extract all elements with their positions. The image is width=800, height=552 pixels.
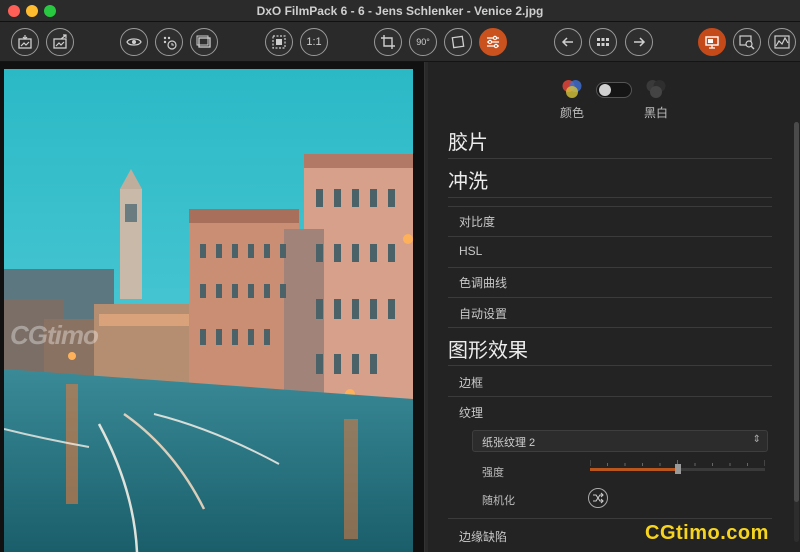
color-mode-label: 颜色: [560, 106, 585, 120]
export-button[interactable]: [46, 28, 74, 56]
item-contrast[interactable]: 对比度: [459, 213, 495, 230]
randomize-button[interactable]: [588, 488, 608, 508]
toolbar: 1:1 90°: [0, 22, 800, 62]
randomize-label: 随机化: [482, 495, 515, 507]
title-bar: DxO FilmPack 6 - 6 - Jens Schlenker - Ve…: [0, 0, 800, 22]
gallery-button[interactable]: [190, 28, 218, 56]
chevron-updown-icon: ⇕: [752, 434, 761, 445]
prev-image-button[interactable]: [554, 28, 582, 56]
item-texture[interactable]: 纹理: [459, 404, 483, 421]
prev-image-icon: [561, 37, 573, 47]
histogram-button[interactable]: [768, 28, 796, 56]
item-border[interactable]: 边框: [459, 374, 483, 391]
divider: [448, 236, 772, 237]
history-button[interactable]: [155, 28, 183, 56]
rotate-90-icon: 90°: [416, 37, 430, 47]
export-icon: [53, 34, 67, 49]
section-graphic-effects[interactable]: 图形效果: [448, 334, 528, 363]
history-icon: [163, 36, 177, 50]
preview-button[interactable]: [120, 28, 148, 56]
next-image-icon: [634, 37, 646, 47]
item-tone-curve[interactable]: 色调曲线: [459, 274, 507, 291]
rotate-button[interactable]: 90°: [409, 28, 437, 56]
straighten-button[interactable]: [444, 28, 472, 56]
panel-scrollbar[interactable]: [794, 122, 799, 542]
strength-slider-handle[interactable]: [674, 464, 681, 474]
scroll-thumb[interactable]: [794, 122, 799, 502]
texture-select[interactable]: 纸张纹理 2 ⇕: [472, 430, 768, 452]
gallery-icon: [196, 35, 211, 48]
settings-panel: 颜色 黑白 胶片 冲洗 对比度 HSL 色调曲线 自动设置 图形效果 边框 纹理…: [428, 62, 800, 552]
item-edge-defects[interactable]: 边缘缺陷: [459, 528, 507, 545]
fit-screen-button[interactable]: [265, 28, 293, 56]
color-mode-icon: [562, 80, 582, 98]
divider: [448, 365, 772, 366]
compare-icon: [739, 35, 755, 50]
section-develop[interactable]: 冲洗: [448, 165, 488, 194]
grid-view-button[interactable]: [589, 28, 617, 56]
crop-button[interactable]: [374, 28, 402, 56]
section-film[interactable]: 胶片: [448, 126, 488, 155]
venice-canal-image: [4, 69, 413, 552]
texture-select-value: 纸张纹理 2: [482, 437, 536, 449]
adjustments-icon: [487, 35, 499, 49]
grid-view-icon: [597, 38, 609, 46]
item-auto-settings[interactable]: 自动设置: [459, 305, 507, 322]
strength-slider-fill: [590, 468, 678, 471]
photo-preview: [4, 69, 413, 552]
window-title: DxO FilmPack 6 - 6 - Jens Schlenker - Ve…: [256, 4, 544, 18]
straighten-icon: [451, 35, 465, 49]
compare-button[interactable]: [733, 28, 761, 56]
adjustments-button[interactable]: [479, 28, 507, 56]
item-hsl[interactable]: HSL: [459, 244, 482, 258]
single-view-icon: [705, 36, 719, 49]
divider: [448, 197, 772, 198]
preview-eye-icon: [126, 38, 142, 46]
single-view-button[interactable]: [698, 28, 726, 56]
divider: [448, 206, 772, 207]
divider: [448, 327, 772, 328]
import-icon: [18, 35, 32, 49]
divider: [448, 297, 772, 298]
fit-screen-icon: [272, 35, 286, 49]
crop-icon: [381, 35, 395, 49]
divider: [448, 518, 772, 519]
color-bw-switch[interactable]: [596, 82, 632, 98]
zoom-100-button[interactable]: 1:1: [300, 28, 328, 56]
divider: [448, 396, 772, 397]
zoom-100-label: 1:1: [306, 36, 322, 48]
import-button[interactable]: [11, 28, 39, 56]
corner-watermark: CGtimo.com: [645, 522, 769, 544]
divider: [448, 158, 772, 159]
color-mode-toggle-area: 颜色 黑白: [428, 74, 800, 124]
overlay-watermark: CGtimo: [10, 320, 99, 350]
strength-label: 强度: [482, 467, 504, 479]
shuffle-icon: [593, 492, 604, 504]
next-image-button[interactable]: [625, 28, 653, 56]
divider: [448, 267, 772, 268]
histogram-icon: [774, 35, 790, 49]
image-viewer[interactable]: CGtimo: [0, 62, 424, 552]
bw-mode-icon: [646, 80, 666, 98]
switch-knob: [599, 84, 611, 96]
bw-mode-label: 黑白: [644, 106, 669, 120]
